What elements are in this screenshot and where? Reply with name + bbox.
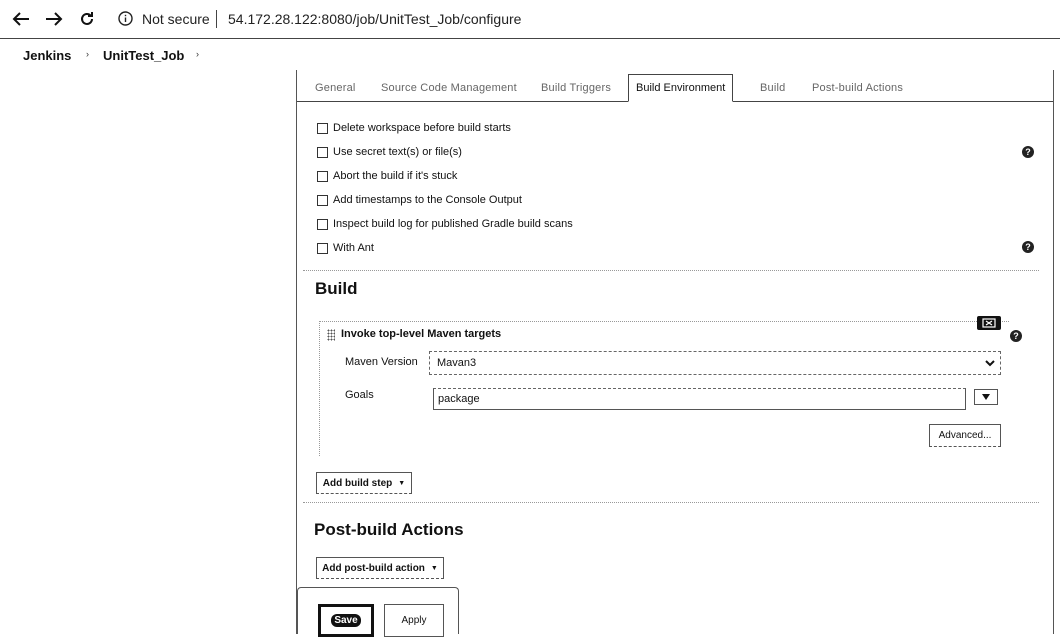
checkbox[interactable] (317, 218, 328, 230)
url-separator (216, 10, 217, 28)
goals-input[interactable]: package (433, 388, 966, 410)
maven-version-select[interactable]: Mavan3 (429, 351, 1001, 375)
tab-build[interactable]: Build (760, 82, 785, 94)
tab-build-environment[interactable]: Build Environment (628, 74, 734, 102)
config-panel: General Source Code Management Build Tri… (296, 70, 1054, 637)
option-label: Abort the build if it's stuck (333, 170, 458, 182)
build-section-title: Build (315, 279, 358, 298)
step-border (319, 321, 320, 456)
help-icon[interactable]: ? (1022, 241, 1034, 253)
help-icon[interactable]: ? (1010, 330, 1022, 342)
maven-version-label: Maven Version (345, 356, 418, 368)
reload-icon[interactable] (76, 8, 98, 30)
section-divider (303, 270, 1039, 271)
bottom-action-bar: Save Apply (297, 587, 459, 637)
option-label: Use secret text(s) or file(s) (333, 146, 462, 158)
advanced-button[interactable]: Advanced... (929, 424, 1001, 447)
caret-down-icon: ▼ (398, 479, 406, 487)
option-label: With Ant (333, 242, 374, 254)
browser-toolbar: Not secure 54.172.28.122:8080/job/UnitTe… (0, 0, 1060, 39)
config-tabs: General Source Code Management Build Tri… (297, 70, 1053, 102)
forward-arrow-icon[interactable] (43, 8, 65, 30)
breadcrumb-jenkins[interactable]: Jenkins (23, 48, 71, 63)
step-divider (319, 321, 1009, 322)
option-abort-stuck[interactable]: Abort the build if it's stuck (317, 168, 457, 184)
chevron-down-icon (985, 360, 995, 367)
caret-down-icon: ▼ (430, 564, 438, 572)
add-build-step-label: Add build step (322, 477, 393, 489)
tab-general[interactable]: General (315, 82, 356, 94)
post-build-section-title: Post-build Actions (314, 520, 464, 539)
maven-version-value: Mavan3 (437, 357, 477, 369)
help-icon[interactable]: ? (1022, 146, 1034, 158)
tab-build-triggers[interactable]: Build Triggers (541, 82, 611, 94)
option-timestamps[interactable]: Add timestamps to the Console Output (317, 192, 522, 208)
breadcrumb-arrow-icon[interactable]: › (196, 49, 199, 59)
security-label[interactable]: Not secure (142, 11, 210, 27)
expand-icon[interactable] (974, 389, 998, 405)
address-bar-url[interactable]: 54.172.28.122:8080/job/UnitTest_Job/conf… (228, 11, 521, 27)
add-build-step-button[interactable]: Add build step ▼ (316, 472, 412, 494)
info-icon[interactable] (118, 11, 133, 31)
option-label: Add timestamps to the Console Output (333, 194, 522, 206)
checkbox[interactable] (317, 146, 328, 158)
save-button[interactable]: Save (318, 604, 374, 637)
option-label: Delete workspace before build starts (333, 122, 511, 134)
apply-button[interactable]: Apply (384, 604, 444, 637)
delete-step-icon[interactable] (977, 316, 1001, 330)
option-delete-workspace[interactable]: Delete workspace before build starts (317, 120, 511, 136)
add-post-build-action-label: Add post-build action (322, 562, 425, 574)
goals-value: package (438, 393, 480, 405)
option-gradle-scans[interactable]: Inspect build log for published Gradle b… (317, 216, 573, 232)
section-divider (303, 502, 1039, 503)
maven-step-title: Invoke top-level Maven targets (341, 328, 502, 340)
breadcrumb-job[interactable]: UnitTest_Job (103, 48, 184, 63)
tab-post-build-actions[interactable]: Post-build Actions (812, 82, 903, 94)
drag-handle-icon[interactable] (327, 329, 335, 341)
checkbox[interactable] (317, 122, 328, 134)
breadcrumb-arrow-icon[interactable]: › (86, 49, 89, 59)
add-post-build-action-button[interactable]: Add post-build action ▼ (316, 557, 444, 579)
tab-source-code-management[interactable]: Source Code Management (381, 82, 517, 94)
checkbox[interactable] (317, 170, 328, 182)
goals-label: Goals (345, 389, 374, 401)
option-secret-text[interactable]: Use secret text(s) or file(s) (317, 144, 462, 160)
option-with-ant[interactable]: With Ant (317, 240, 374, 256)
breadcrumb: Jenkins › UnitTest_Job › (0, 40, 1060, 70)
save-label: Save (331, 614, 361, 627)
back-arrow-icon[interactable] (10, 8, 32, 30)
checkbox[interactable] (317, 242, 328, 254)
option-label: Inspect build log for published Gradle b… (333, 218, 573, 230)
checkbox[interactable] (317, 194, 328, 206)
